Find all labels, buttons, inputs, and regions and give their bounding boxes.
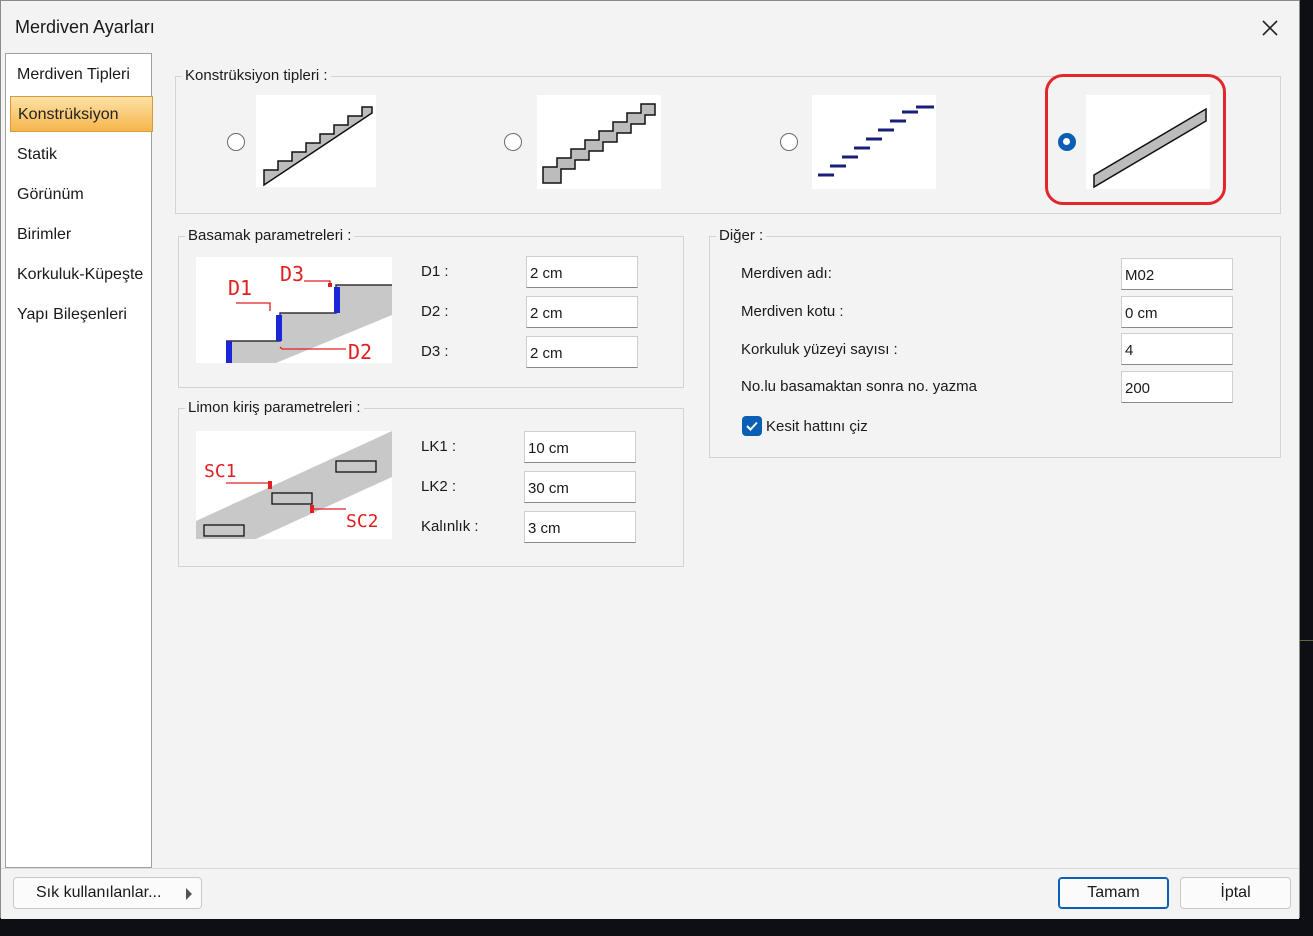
chevron-right-icon (186, 888, 192, 900)
sidebar-item-gorunum[interactable]: Görünüm (6, 177, 151, 213)
checkmark-icon (746, 421, 758, 431)
step-parameters-group: Basamak parametreleri : D1 D3 D2 D1: 2 … (178, 227, 684, 388)
floating-treads-icon[interactable] (812, 95, 936, 189)
sidebar-item-konstruksiyon[interactable]: Konstrüksiyon (10, 96, 153, 132)
dialog-window: Merdiven Ayarları Merdiven Tipleri Konst… (0, 0, 1300, 919)
stringer-parameters-group: Limon kiriş parametreleri : SC1 SC2 LK1 … (178, 399, 684, 567)
d2-label-text: D2 : (421, 303, 449, 320)
zigzag-stair-icon[interactable] (537, 95, 661, 189)
d1-field[interactable] (526, 256, 638, 288)
construction-radio-1[interactable] (227, 133, 245, 151)
numbering-field[interactable] (1121, 371, 1233, 403)
d1-label-text: D1 : (421, 263, 449, 280)
bottom-bar: Sık kullanılanlar... Tamam İptal (1, 868, 1299, 919)
desktop-background (1300, 640, 1313, 641)
sc2-label: SC2 (346, 511, 379, 532)
merdiven-kotu-label: Merdiven kotu : (741, 303, 844, 320)
stringer-parameters-title: Limon kiriş parametreleri : (185, 399, 364, 416)
merdiven-kotu-field[interactable] (1121, 296, 1233, 328)
korkuluk-yuzey-field[interactable] (1121, 333, 1233, 365)
stepped-stair-icon[interactable] (256, 95, 376, 187)
sidebar-item-statik[interactable]: Statik (6, 137, 151, 173)
sidebar-item-korkuluk[interactable]: Korkuluk-Küpeşte (6, 257, 151, 293)
other-group: Diğer : Merdiven adı: Merdiven kotu : Ko… (709, 227, 1281, 458)
step-parameters-title: Basamak parametreleri : (185, 227, 355, 244)
favorites-label: Sık kullanılanlar... (36, 884, 162, 901)
merdiven-adi-field[interactable] (1121, 258, 1233, 290)
numbering-label: No.lu basamaktan sonra no. yazma (741, 378, 977, 395)
sidebar: Merdiven Tipleri Konstrüksiyon Statik Gö… (5, 53, 153, 868)
inclined-slab-icon[interactable] (1086, 95, 1210, 189)
kalinlik-label-text: Kalınlık : (421, 518, 479, 535)
other-title: Diğer : (716, 227, 767, 244)
cancel-button[interactable]: İptal (1180, 877, 1291, 909)
title-bar: Merdiven Ayarları (1, 1, 1299, 51)
construction-types-group: Konstrüksiyon tipleri : (175, 67, 1281, 214)
d2-field[interactable] (526, 296, 638, 328)
sidebar-item-yapi-bilesenleri[interactable]: Yapı Bileşenleri (6, 297, 151, 333)
kalinlik-field[interactable] (524, 511, 636, 543)
content-panel: Konstrüksiyon tipleri : Basamak parametr… (159, 53, 1297, 868)
sc1-label: SC1 (204, 461, 237, 482)
ok-button[interactable]: Tamam (1058, 877, 1169, 909)
d3-field[interactable] (526, 336, 638, 368)
step-diagram: D1 D3 D2 (196, 257, 392, 364)
d3-label-text: D3 : (421, 343, 449, 360)
sidebar-item-merdiven-tipleri[interactable]: Merdiven Tipleri (6, 57, 151, 93)
d1-label: D1 (228, 276, 252, 300)
d3-label: D3 (280, 262, 304, 286)
merdiven-adi-label: Merdiven adı: (741, 265, 832, 282)
kesit-hatti-label: Kesit hattını çiz (766, 418, 868, 435)
window-title: Merdiven Ayarları (15, 17, 155, 37)
lk1-field[interactable] (524, 431, 636, 463)
lk1-label-text: LK1 : (421, 438, 457, 455)
lk2-field[interactable] (524, 471, 636, 503)
kesit-hatti-checkbox[interactable] (742, 416, 762, 436)
construction-radio-2[interactable] (504, 133, 522, 151)
korkuluk-yuzey-label: Korkuluk yüzeyi sayısı : (741, 341, 898, 358)
favorites-button[interactable]: Sık kullanılanlar... (13, 877, 202, 909)
construction-radio-4[interactable] (1058, 133, 1076, 151)
d2-label: D2 (348, 340, 372, 363)
close-button[interactable] (1253, 11, 1287, 45)
sidebar-item-birimler[interactable]: Birimler (6, 217, 151, 253)
close-icon (1262, 20, 1278, 36)
stringer-diagram: SC1 SC2 (196, 431, 392, 539)
construction-types-title: Konstrüksiyon tipleri : (182, 67, 331, 84)
lk2-label-text: LK2 : (421, 478, 457, 495)
construction-radio-3[interactable] (780, 133, 798, 151)
